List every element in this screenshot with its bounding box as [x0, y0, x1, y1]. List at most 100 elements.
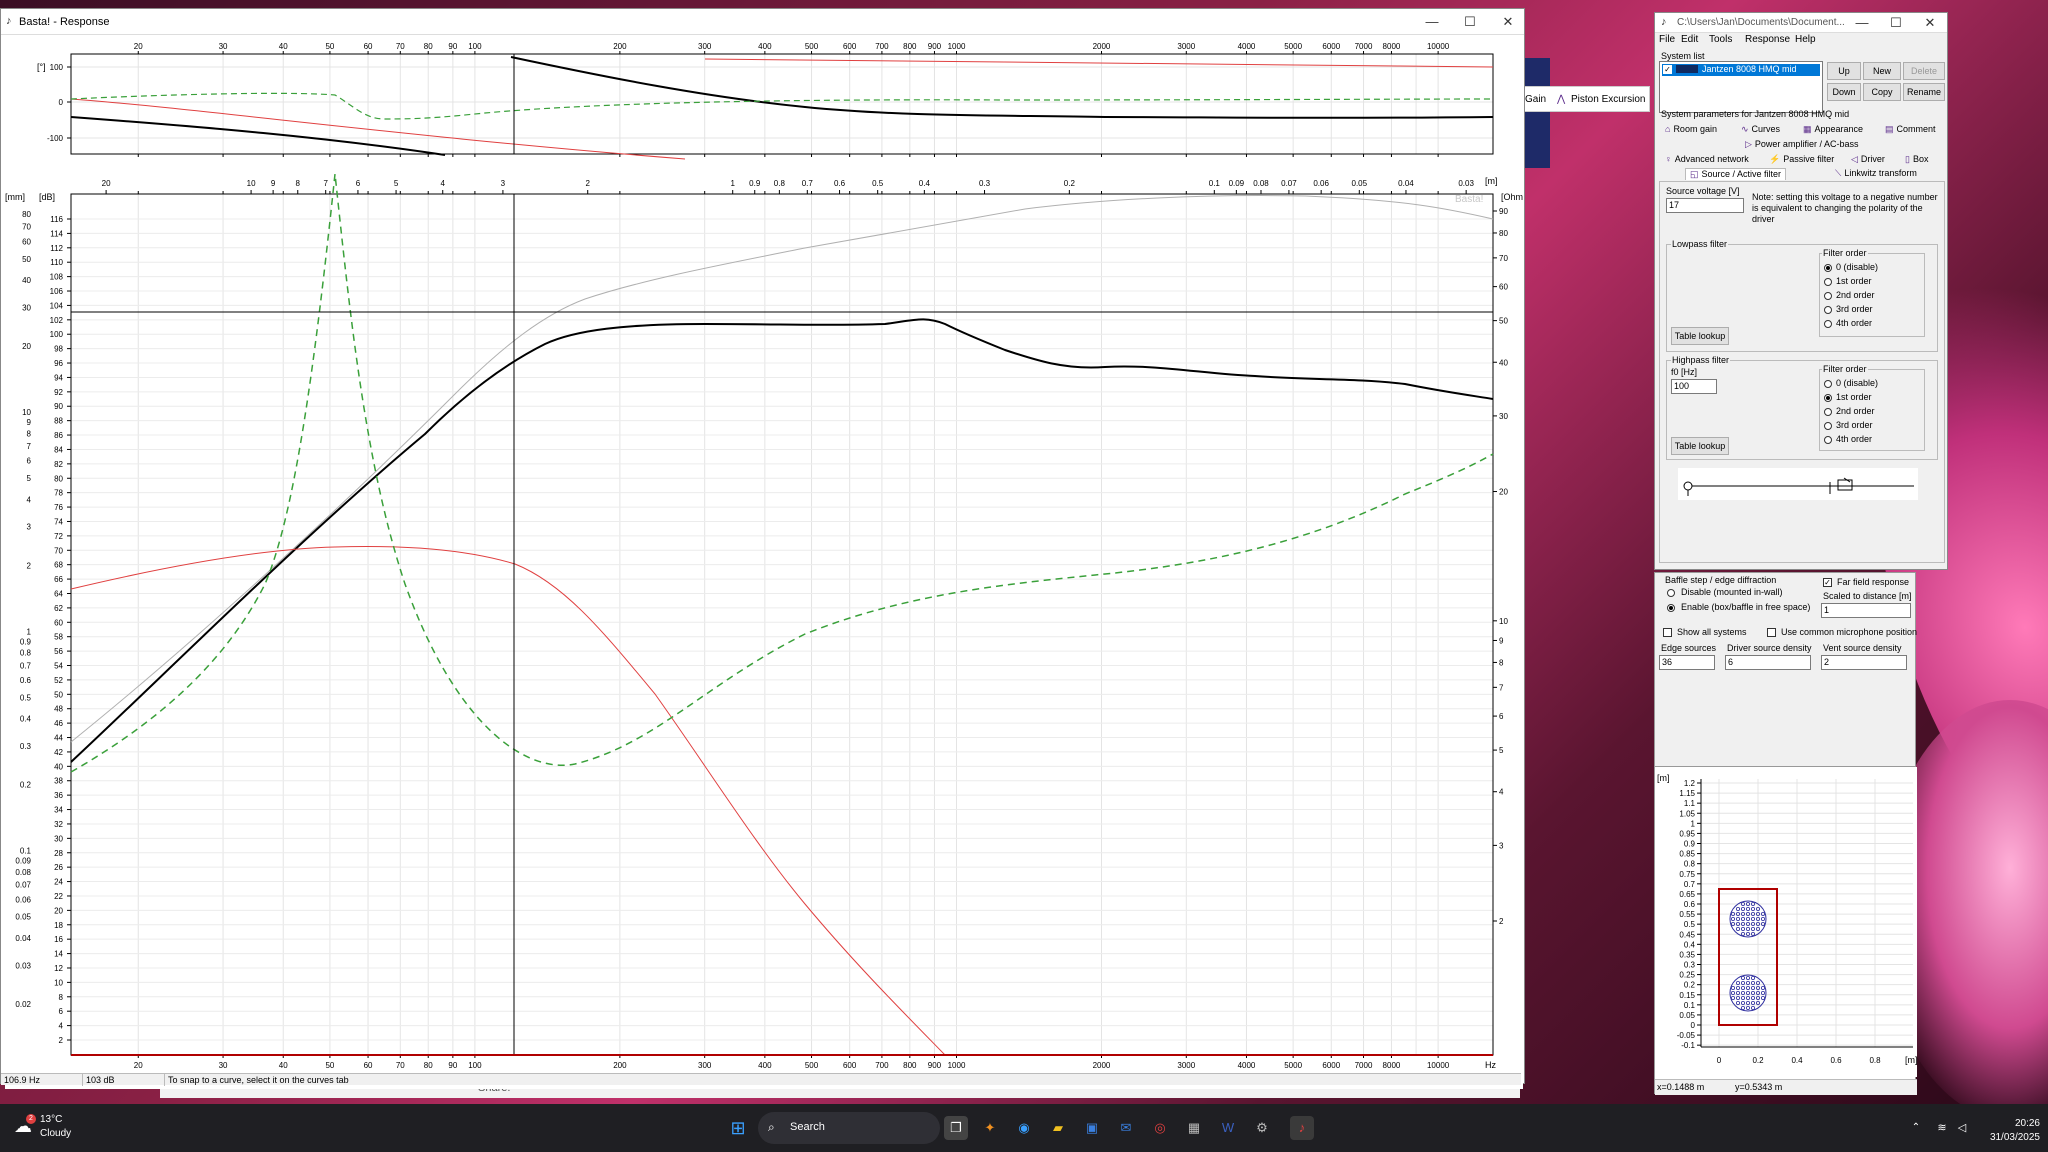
- maximize-button[interactable]: ☐: [1455, 12, 1485, 32]
- db-tick-label: 68: [54, 561, 63, 570]
- menu-response[interactable]: Response: [1745, 34, 1790, 45]
- room-gain-icon: ⌂: [1665, 124, 1671, 134]
- delete-button[interactable]: Delete: [1903, 62, 1945, 80]
- mm-tick-label: 60: [22, 237, 31, 246]
- maximize-button[interactable]: ☐: [1881, 13, 1911, 33]
- scaled-distance-label: Scaled to distance [m]: [1823, 591, 1912, 601]
- tab-comment[interactable]: ▤ Comment: [1885, 124, 1936, 135]
- close-button[interactable]: ✕: [1493, 12, 1523, 32]
- system-params-label: System parameters for Jantzen 8008 HMQ m…: [1661, 109, 1850, 119]
- common-mic-checkbox[interactable]: [1767, 628, 1776, 637]
- highpass-order-3-radio[interactable]: [1824, 422, 1832, 430]
- source-voltage-input[interactable]: 17: [1666, 198, 1744, 213]
- background-toolbar: Gain ⋀ Piston Excursion: [1520, 86, 1650, 112]
- outlook-icon[interactable]: ✉: [1114, 1116, 1138, 1140]
- chevron-up-icon[interactable]: ⌃: [1904, 1116, 1928, 1140]
- layout-y-tick-label: 0.3: [1684, 961, 1696, 970]
- freq-tick-label: 80: [424, 1061, 433, 1070]
- title-bar[interactable]: ♪ Basta! - Response — ☐ ✕: [1, 9, 1524, 35]
- new-button[interactable]: New: [1863, 62, 1901, 80]
- clock-date[interactable]: 31/03/2025: [1966, 1132, 2040, 1143]
- db-tick-label: 22: [54, 892, 63, 901]
- start-icon[interactable]: ⊞: [726, 1116, 750, 1140]
- down-button[interactable]: Down: [1827, 83, 1861, 101]
- piston-icon: ⋀: [1557, 94, 1566, 105]
- db-tick-label: 88: [54, 417, 63, 426]
- tab-power-amplifier[interactable]: ▷ Power amplifier / AC-bass: [1745, 139, 1858, 150]
- baffle-layout-plot[interactable]: [m] [m] 1.21.151.11.0510.950.90.850.80.7…: [1655, 767, 1918, 1077]
- vent-density-input[interactable]: 2: [1821, 655, 1907, 670]
- search-box[interactable]: ⌕ Search: [758, 1112, 940, 1144]
- baffle-disable-radio[interactable]: [1667, 589, 1675, 597]
- task-view-icon[interactable]: ❐: [944, 1116, 968, 1140]
- copy-button[interactable]: Copy: [1863, 83, 1901, 101]
- close-button[interactable]: ✕: [1915, 13, 1945, 33]
- clock-time[interactable]: 20:26: [1986, 1118, 2040, 1129]
- wavelength-tick-label: 2: [585, 179, 590, 188]
- tab-curves[interactable]: ∿ Curves: [1741, 124, 1780, 135]
- file-explorer-icon[interactable]: ▰: [1046, 1116, 1070, 1140]
- edge-icon[interactable]: ◉: [1012, 1116, 1036, 1140]
- basta-taskbar-icon[interactable]: ♪: [1290, 1116, 1314, 1140]
- edge-sources-input[interactable]: 36: [1659, 655, 1715, 670]
- piston-label[interactable]: Piston Excursion: [1571, 94, 1645, 105]
- settings-app-icon[interactable]: ⚙: [1250, 1116, 1274, 1140]
- lowpass-order-1-radio[interactable]: [1824, 278, 1832, 286]
- tab-passive-filter[interactable]: ⚡ Passive filter: [1769, 154, 1834, 165]
- highpass-order-2-radio[interactable]: [1824, 408, 1832, 416]
- freq-tick-label: 80: [424, 42, 433, 51]
- order-0-label: 0 (disable): [1836, 378, 1879, 388]
- baffle-enable-radio[interactable]: [1667, 604, 1675, 612]
- word-icon[interactable]: W: [1216, 1116, 1240, 1140]
- rename-button[interactable]: Rename: [1903, 83, 1945, 101]
- show-all-systems-checkbox[interactable]: [1663, 628, 1672, 637]
- system-title-bar[interactable]: ♪ C:\Users\Jan\Documents\Document... — ☐…: [1655, 13, 1947, 33]
- menu-file[interactable]: File: [1659, 34, 1675, 45]
- lowpass-table-lookup-button[interactable]: Table lookup: [1671, 327, 1729, 345]
- minimize-button[interactable]: —: [1847, 13, 1877, 33]
- far-field-checkbox[interactable]: ✓: [1823, 578, 1832, 587]
- store-icon[interactable]: ▣: [1080, 1116, 1104, 1140]
- scaled-distance-input[interactable]: 1: [1821, 603, 1911, 618]
- chrome-icon[interactable]: ◎: [1148, 1116, 1172, 1140]
- phase-plot[interactable]: [°] 20 30 40 50 60 70 80 90 100 200 300 400 500 600 70…: [5, 37, 1523, 161]
- tab-appearance[interactable]: ▦ Appearance: [1803, 124, 1863, 135]
- tab-room-gain[interactable]: ⌂ Room gain: [1665, 124, 1717, 134]
- tab-driver[interactable]: ◁ Driver: [1851, 154, 1885, 165]
- menu-edit[interactable]: Edit: [1681, 34, 1698, 45]
- driver-density-input[interactable]: 6: [1725, 655, 1811, 670]
- system-list[interactable]: ✓ Jantzen 8008 HMQ mid: [1659, 61, 1823, 113]
- db-tick-label: 8: [59, 993, 64, 1002]
- system-list-item[interactable]: ✓ Jantzen 8008 HMQ mid: [1662, 64, 1820, 76]
- freq-tick-label: 600: [843, 1061, 857, 1070]
- layout-y-tick-label: 1.1: [1684, 799, 1696, 808]
- wavelength-tick-label: 4: [441, 179, 446, 188]
- highpass-order-4-radio[interactable]: [1824, 436, 1832, 444]
- f0-input[interactable]: 100: [1671, 379, 1717, 394]
- tab-linkwitz-transform[interactable]: ⟍ Linkwitz transform: [1835, 168, 1917, 179]
- lowpass-order-0-radio[interactable]: [1824, 264, 1832, 272]
- freq-tick-label: 10000: [1427, 1061, 1450, 1070]
- mm-tick-label: 10: [22, 408, 31, 417]
- copilot-icon[interactable]: ✦: [978, 1116, 1002, 1140]
- up-button[interactable]: Up: [1827, 62, 1861, 80]
- ohm-tick-label: 40: [1499, 358, 1508, 367]
- highpass-order-0-radio[interactable]: [1824, 380, 1832, 388]
- response-plot[interactable]: Basta! [mm] [dB] [Ohm] [m] Hz 2010987654…: [5, 164, 1523, 1089]
- minimize-button[interactable]: —: [1417, 12, 1447, 32]
- lowpass-order-4-radio[interactable]: [1824, 320, 1832, 328]
- tab-box[interactable]: ▯ Box: [1905, 154, 1928, 165]
- freq-tick-label: 8000: [1383, 1061, 1401, 1070]
- wavelength-tick-label: 0.05: [1352, 179, 1368, 188]
- tab-source-active-filter[interactable]: ◱ Source / Active filter: [1685, 168, 1787, 180]
- layout-x-tick-label: 0.8: [1869, 1056, 1881, 1065]
- highpass-table-lookup-button[interactable]: Table lookup: [1671, 437, 1729, 455]
- menu-help[interactable]: Help: [1795, 34, 1816, 45]
- menu-tools[interactable]: Tools: [1709, 34, 1732, 45]
- lowpass-order-2-radio[interactable]: [1824, 292, 1832, 300]
- highpass-order-1-radio[interactable]: [1824, 394, 1832, 402]
- system-checkbox[interactable]: ✓: [1663, 65, 1672, 74]
- lowpass-order-3-radio[interactable]: [1824, 306, 1832, 314]
- calculator-icon[interactable]: ▦: [1182, 1116, 1206, 1140]
- tab-advanced-network[interactable]: ♀ Advanced network: [1665, 154, 1749, 164]
